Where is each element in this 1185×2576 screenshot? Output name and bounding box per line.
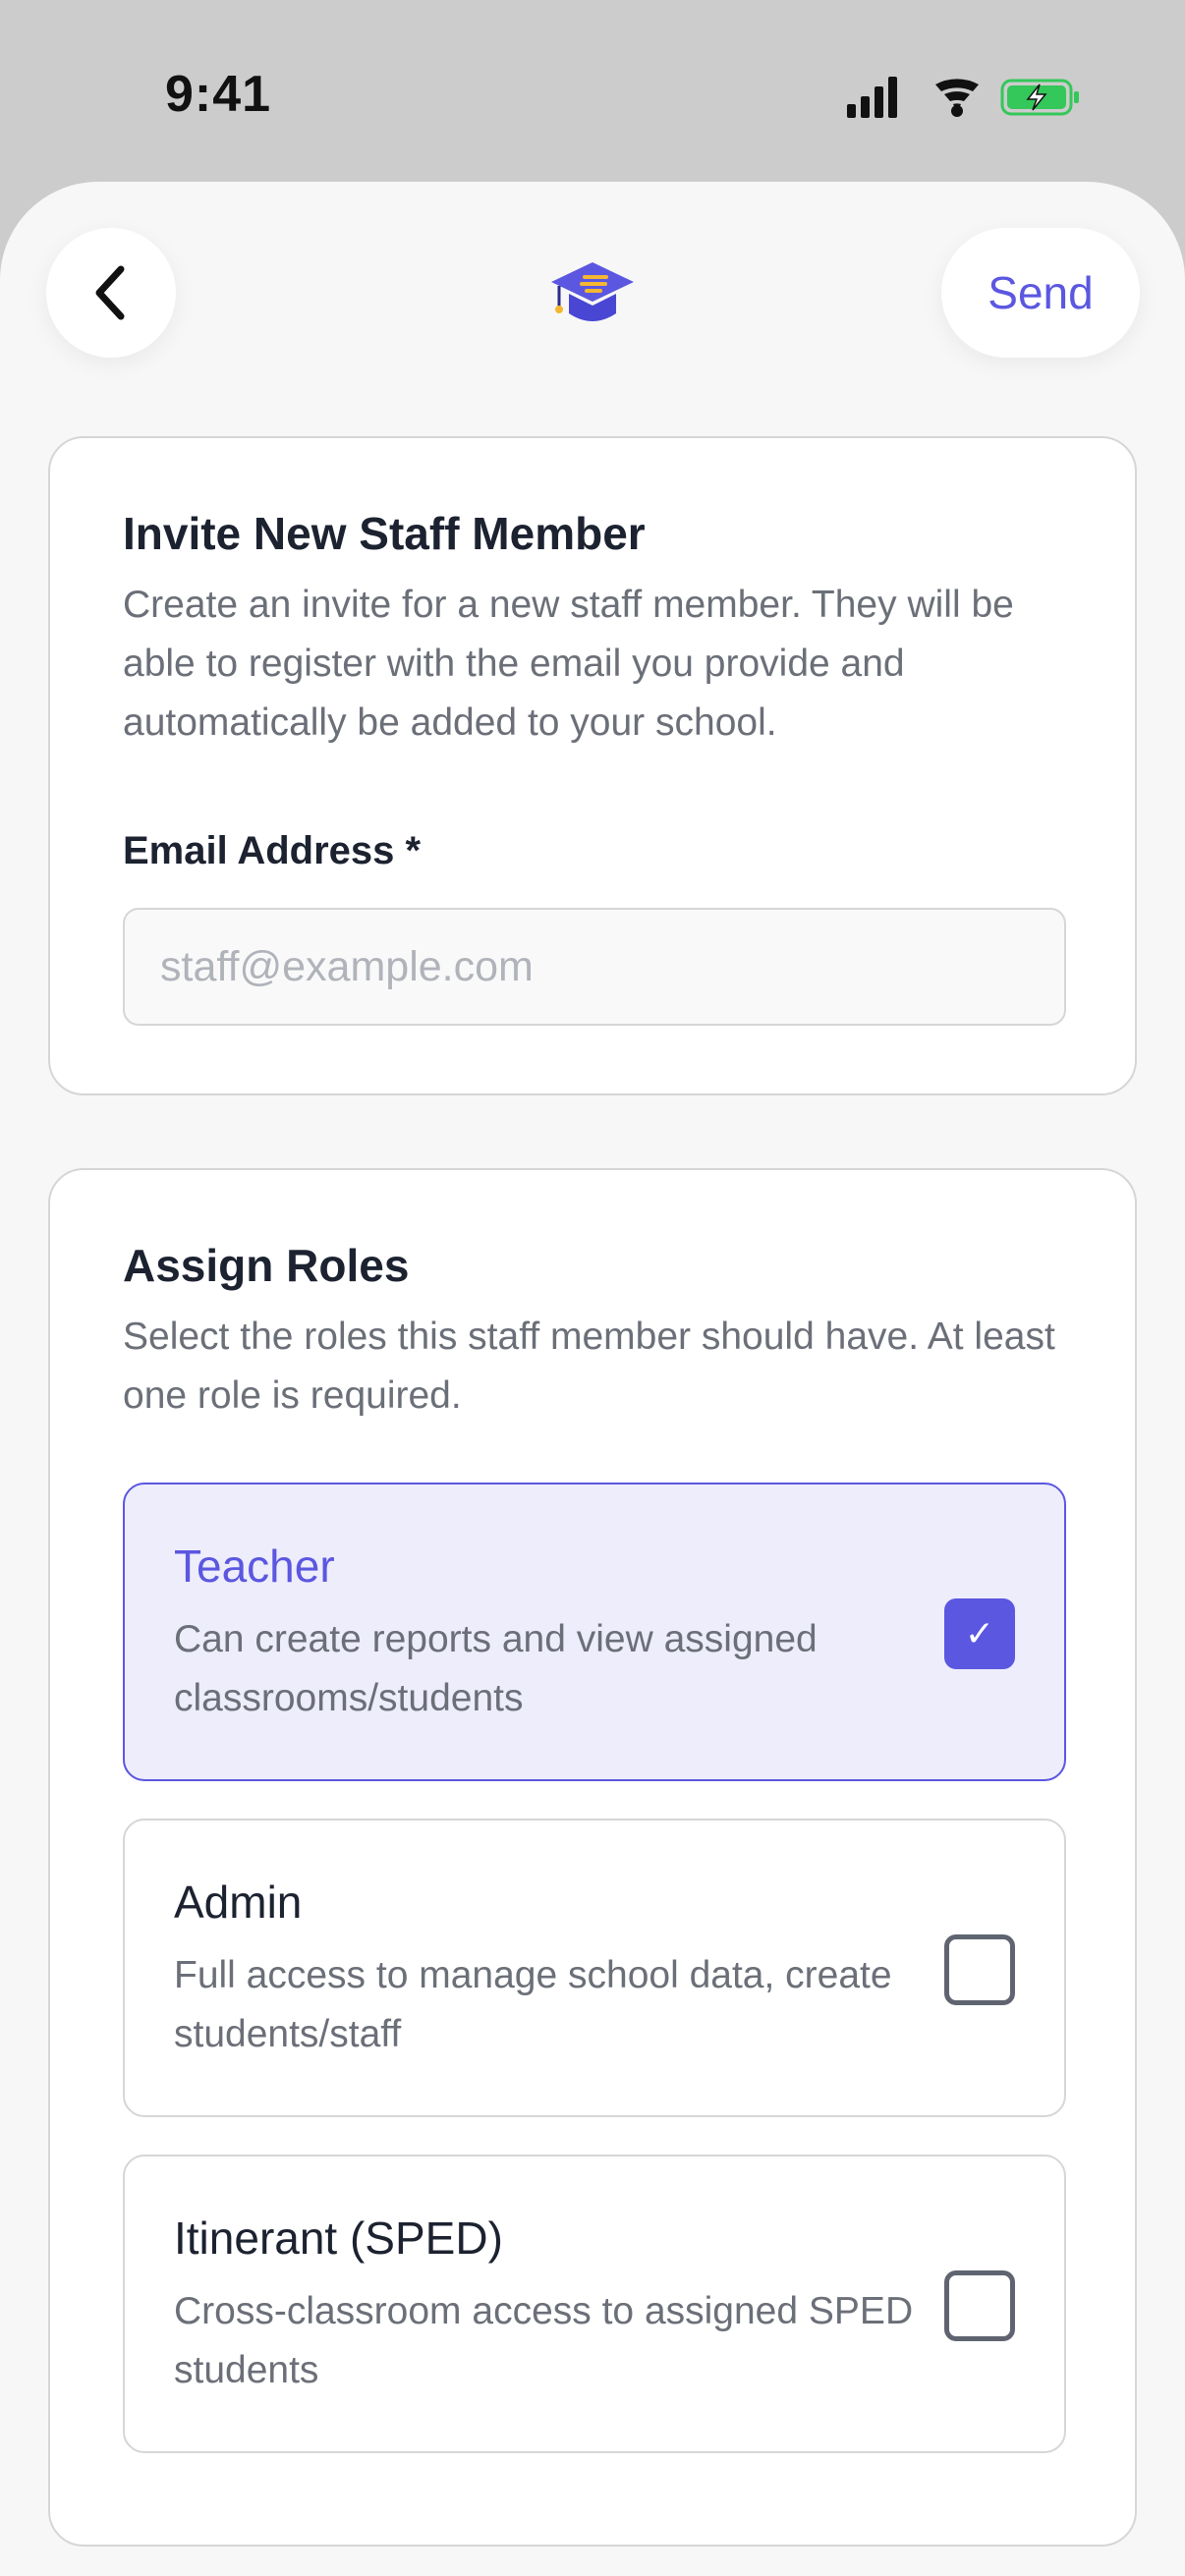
invite-sheet: Send Invite New Staff Member Create an i… <box>0 182 1185 2576</box>
battery-charging-icon <box>1000 79 1079 116</box>
role-description: Can create reports and view assigned cla… <box>174 1618 818 1719</box>
graduation-cap-icon <box>551 262 634 321</box>
itinerant-checkbox[interactable] <box>944 2270 1015 2341</box>
invite-title: Invite New Staff Member <box>123 508 646 559</box>
role-option-itinerant[interactable]: Itinerant (SPED) Cross-classroom access … <box>123 2155 1066 2453</box>
screen: 9:41 Send Invite New Staff Member Create… <box>0 0 1185 2576</box>
wifi-icon <box>935 79 979 117</box>
role-option-admin[interactable]: Admin Full access to manage school data,… <box>123 1819 1066 2117</box>
back-button[interactable] <box>46 228 176 358</box>
invite-description: Create an invite for a new staff member.… <box>123 584 1014 744</box>
role-description: Cross-classroom access to assigned SPED … <box>174 2290 914 2391</box>
admin-checkbox[interactable] <box>944 1934 1015 2005</box>
email-label: Email Address * <box>123 829 422 872</box>
roles-title: Assign Roles <box>123 1240 410 1291</box>
email-input[interactable] <box>123 908 1066 1026</box>
status-bar: 9:41 <box>0 0 1185 187</box>
role-title: Admin <box>174 1876 303 1928</box>
roles-card: Assign Roles Select the roles this staff… <box>48 1168 1137 2547</box>
role-title: Itinerant (SPED) <box>174 2212 503 2264</box>
status-time: 9:41 <box>165 66 272 123</box>
signal-icon <box>847 77 897 118</box>
role-title: Teacher <box>174 1540 335 1592</box>
role-description: Full access to manage school data, creat… <box>174 1954 892 2055</box>
role-option-teacher[interactable]: Teacher Can create reports and view assi… <box>123 1483 1066 1781</box>
status-icons <box>847 77 1079 118</box>
check-icon: ✓ <box>964 1613 995 1653</box>
invite-card: Invite New Staff Member Create an invite… <box>48 436 1137 1095</box>
chevron-left-icon <box>95 265 125 320</box>
send-button[interactable]: Send <box>941 228 1140 358</box>
roles-description: Select the roles this staff member shoul… <box>123 1316 1055 1417</box>
teacher-checkbox[interactable]: ✓ <box>944 1598 1015 1669</box>
